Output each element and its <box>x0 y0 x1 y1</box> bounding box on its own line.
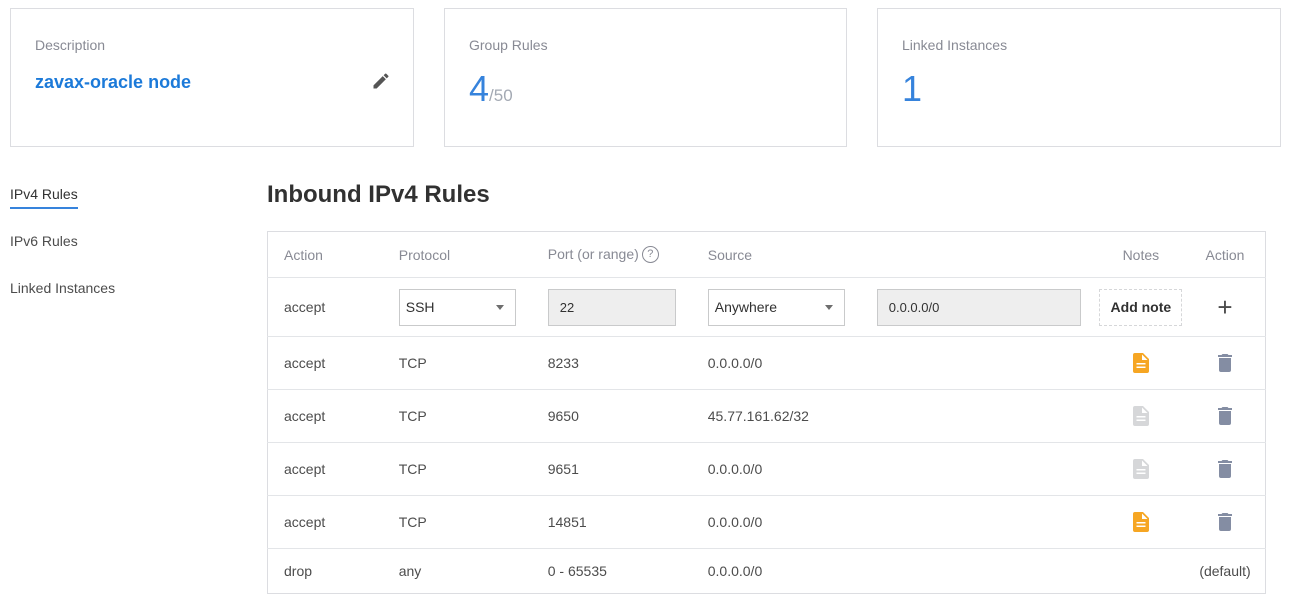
group-rules-max: /50 <box>489 86 513 105</box>
protocol-cell: SSH <box>382 277 532 337</box>
description-label: Description <box>35 37 106 53</box>
side-item-label: IPv6 Rules <box>10 233 78 249</box>
table-row: accept TCP 14851 0.0.0.0/0 <box>267 495 1266 549</box>
description-value: zavax-oracle node <box>35 72 192 92</box>
header-port-label: Port (or range) <box>547 245 639 262</box>
source-select[interactable]: Anywhere <box>707 288 845 326</box>
rule-port: 8233 <box>531 336 692 390</box>
rule-protocol: TCP <box>382 495 532 549</box>
chevron-down-icon <box>495 304 504 310</box>
add-rule-cell: + <box>1184 277 1266 337</box>
trash-icon[interactable] <box>1217 354 1232 373</box>
side-nav: IPv4 Rules IPv6 Rules Linked Instances <box>10 186 115 327</box>
group-rules-value: 4 <box>469 68 490 109</box>
header-notes: Notes <box>1096 231 1185 278</box>
rule-protocol: TCP <box>382 442 532 496</box>
header-protocol: Protocol <box>382 231 532 278</box>
rule-port: 14851 <box>531 495 692 549</box>
description-card: Description zavax-oracle node <box>10 8 414 147</box>
trash-icon[interactable] <box>1217 460 1232 479</box>
source-input[interactable] <box>876 288 1081 326</box>
rule-source: 0.0.0.0/0 <box>691 442 1097 496</box>
rule-delete <box>1184 442 1266 496</box>
default-action: drop <box>284 563 313 579</box>
side-item-label: Linked Instances <box>10 280 116 296</box>
rule-delete <box>1184 389 1266 443</box>
chevron-down-icon <box>824 304 833 310</box>
rule-protocol: TCP <box>382 336 532 390</box>
header-action-2: Action <box>1184 231 1266 278</box>
rule-protocol: TCP <box>382 389 532 443</box>
source-select-cell: Anywhere <box>691 277 861 337</box>
protocol-select[interactable]: SSH <box>398 288 516 326</box>
source-select-value: Anywhere <box>714 298 777 315</box>
table-row: accept TCP 8233 0.0.0.0/0 <box>267 336 1266 390</box>
rule-source: 45.77.161.62/32 <box>691 389 1097 443</box>
side-item-linked-instances[interactable]: Linked Instances <box>10 280 115 327</box>
rule-port: 9651 <box>531 442 692 496</box>
rule-action: accept <box>267 442 383 496</box>
rule-delete <box>1184 336 1266 390</box>
port-cell <box>531 277 692 337</box>
rule-notes <box>1096 442 1185 496</box>
add-note-button[interactable]: Add note <box>1099 288 1183 326</box>
port-input[interactable] <box>547 288 676 326</box>
note-icon[interactable] <box>1132 406 1149 426</box>
default-port: 0 - 65535 <box>547 563 607 579</box>
trash-icon[interactable] <box>1217 407 1232 426</box>
protocol-select-value: SSH <box>405 298 435 315</box>
note-icon[interactable] <box>1132 353 1149 373</box>
linked-instances-card: Linked Instances 1 <box>877 8 1281 147</box>
rule-notes <box>1096 495 1185 549</box>
rule-notes <box>1096 389 1185 443</box>
source-value-cell <box>860 277 1097 337</box>
default-notes <box>1097 549 1185 594</box>
linked-instances-label: Linked Instances <box>902 37 1008 53</box>
default-rule-row: drop any 0 - 65535 0.0.0.0/0 (default) <box>268 549 1266 594</box>
side-item-label: IPv4 Rules <box>10 186 78 209</box>
table-row: accept TCP 9650 45.77.161.62/32 <box>267 389 1266 443</box>
rule-delete <box>1184 495 1266 549</box>
rule-action: accept <box>267 336 383 390</box>
trash-icon[interactable] <box>1217 513 1232 532</box>
add-rule-button[interactable]: + <box>1217 292 1232 322</box>
linked-instances-count: 1 <box>902 68 923 109</box>
header-action: Action <box>267 231 383 278</box>
help-icon[interactable]: ? <box>641 246 659 264</box>
rules-table: Action Protocol Port (or range)? Source … <box>267 231 1266 594</box>
side-item-ipv6-rules[interactable]: IPv6 Rules <box>10 233 115 280</box>
add-note-cell: Add note <box>1096 277 1185 337</box>
note-icon[interactable] <box>1132 512 1149 532</box>
new-rule-row: accept SSH Anywhere Add note + <box>267 277 1266 337</box>
new-rule-action: accept <box>267 277 383 337</box>
header-port: Port (or range)? <box>531 231 692 278</box>
side-item-ipv4-rules[interactable]: IPv4 Rules <box>10 186 115 233</box>
section-title: Inbound IPv4 Rules <box>267 181 490 208</box>
header-source: Source <box>691 231 861 278</box>
rule-port: 9650 <box>531 389 692 443</box>
note-icon[interactable] <box>1132 459 1149 479</box>
rule-action: accept <box>267 389 383 443</box>
default-protocol: any <box>398 563 422 579</box>
pencil-icon[interactable] <box>371 71 391 91</box>
table-header-row: Action Protocol Port (or range)? Source … <box>267 231 1266 278</box>
table-row: accept TCP 9651 0.0.0.0/0 <box>267 442 1266 496</box>
rule-action: accept <box>267 495 383 549</box>
group-rules-label: Group Rules <box>469 37 548 53</box>
rule-notes <box>1096 336 1185 390</box>
rule-source: 0.0.0.0/0 <box>691 495 1097 549</box>
header-source-extra <box>860 231 1097 278</box>
group-rules-card: Group Rules 4/50 <box>444 8 847 147</box>
group-rules-count: 4/50 <box>469 71 513 107</box>
default-label: (default) <box>1199 563 1251 579</box>
default-source: 0.0.0.0/0 <box>707 563 763 579</box>
rule-source: 0.0.0.0/0 <box>691 336 1097 390</box>
